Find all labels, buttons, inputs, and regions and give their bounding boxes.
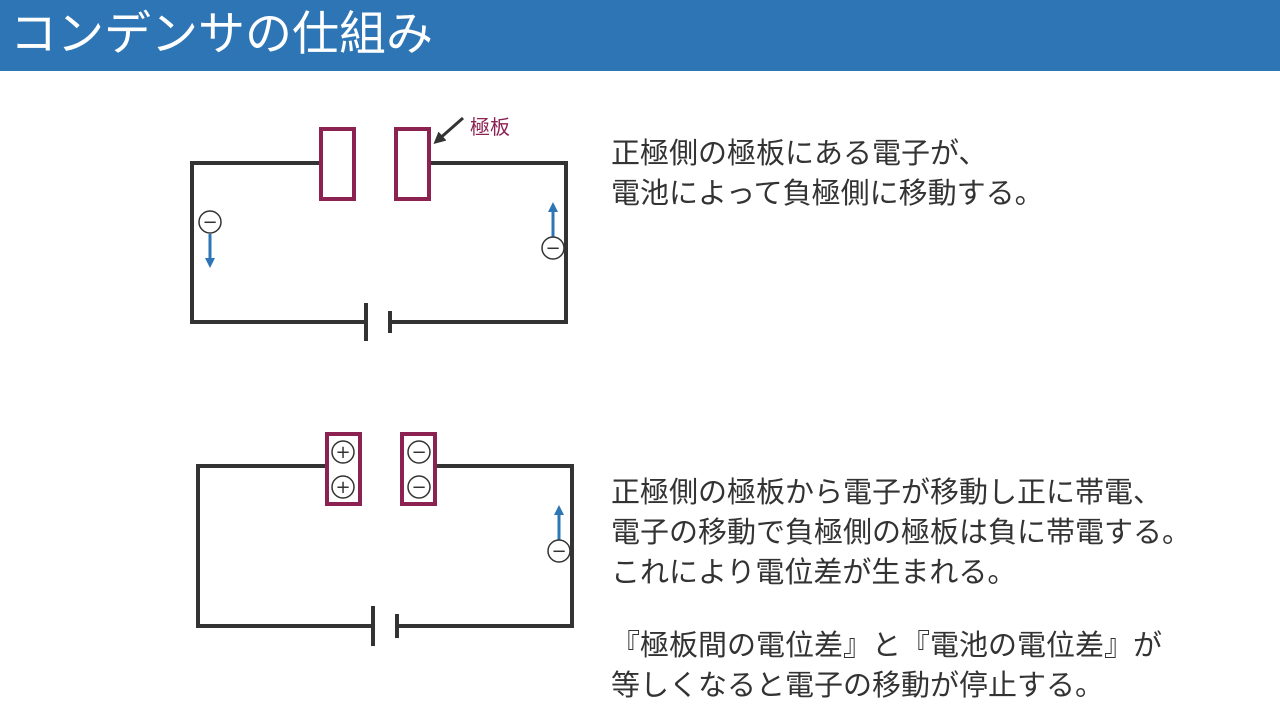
plate-pointer-arrow [433,116,464,144]
electron-right-1: − [541,236,565,260]
negative-charge-1-sign: − [411,442,426,463]
step2-text: 正極側の極板から電子が移動し正に帯電、 電子の移動で負極側の極板は負に帯電する。… [611,472,1191,592]
circuit-2-wire [196,464,574,628]
capacitor-1-left-plate [319,127,356,201]
electron-right-1-sign: − [545,238,560,259]
electron-left-1-sign: − [202,212,217,233]
negative-charge-2-sign: − [411,477,426,498]
capacitor-1-right-plate [394,127,431,201]
circuit-2: + + − − − [196,432,574,646]
positive-charge-2: + [331,475,355,499]
plate-label: 極板 [470,115,510,139]
step3-text: 『極板間の電位差』と『電池の電位差』が 等しくなると電子の移動が停止する。 [611,625,1162,705]
electron-left-1: − [198,210,222,234]
negative-charge-2: − [407,475,431,499]
positive-charge-1: + [331,440,355,464]
capacitor-diagrams: 極板 − − + + − − − [190,115,574,646]
positive-charge-1-sign: + [335,442,350,463]
step2-line-3: これにより電位差が生まれる。 [611,555,1017,589]
step2-line-1: 正極側の極板から電子が移動し正に帯電、 [611,475,1163,509]
circuit-1-wire [190,161,568,324]
step2-line-2: 電子の移動で負極側の極板は負に帯電する。 [611,515,1192,549]
step1-line-2: 電池によって負極側に移動する。 [611,176,1044,210]
step1-text: 正極側の極板にある電子が、 電池によって負極側に移動する。 [611,133,1044,213]
positive-charge-2-sign: + [335,477,350,498]
step3-line-2: 等しくなると電子の移動が停止する。 [611,668,1105,702]
circuit-1: 極板 − − [190,115,568,341]
electron-right-2-sign: − [551,541,566,562]
electron-right-2: − [547,539,571,563]
step1-line-1: 正極側の極板にある電子が、 [611,136,988,170]
negative-charge-1: − [407,440,431,464]
step3-line-1: 『極板間の電位差』と『電池の電位差』が [611,628,1163,662]
